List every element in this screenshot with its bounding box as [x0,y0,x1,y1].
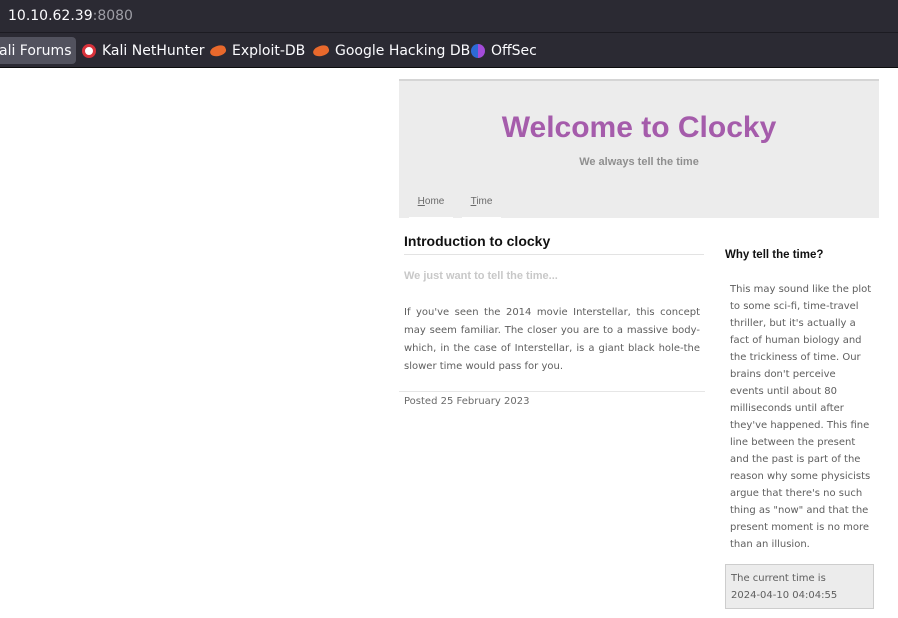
sidebar-line: milliseconds until after [730,403,844,414]
bookmark-label: OffSec [491,42,537,59]
article-body: If you've seen the 2014 movie Interstell… [404,307,700,372]
url-text[interactable]: 10.10.62.39:8080 [8,8,133,24]
url-port: :8080 [92,8,133,24]
bookmarks-toolbar: ali Forums Kali NetHunter Exploit-DB Goo… [0,33,898,68]
bookmark-kali-forums[interactable]: ali Forums [0,37,76,64]
sidebar-line: fact of human biology and [730,335,862,346]
nav-accesskey: H [417,196,425,207]
sidebar-line: they've happened. This fine [730,420,870,431]
sidebar-line: thriller, but it's actually a [730,318,856,329]
bookmark-exploit-db[interactable]: Exploit-DB [206,37,309,64]
exploit-db-icon [208,43,228,58]
sidebar-heading: Why tell the time? [725,249,824,261]
sidebar-line: the trickiness of time. Our [730,352,861,363]
sidebar-line: line between the present [730,437,856,448]
nav-label-rest: ime [476,196,493,207]
nav-label-rest: ome [424,196,445,207]
sidebar-line: argue that there's no such [730,488,863,499]
bookmark-label: Kali NetHunter [102,42,205,59]
sidebar-line: This may sound like the plot [730,284,872,295]
current-time-label: The current time is [731,573,826,584]
url-host: 10.10.62.39 [8,8,93,24]
sidebar-line: events until about 80 [730,386,837,397]
article-heading: Introduction to clocky [404,233,551,249]
current-time-value: 2024-04-10 04:04:55 [731,590,838,601]
nav-tab-time[interactable]: Time [462,187,501,219]
site-title: Welcome to Clocky [501,111,777,144]
heading-divider [404,254,704,255]
sidebar-body: This may sound like the plot to some sci… [730,281,872,553]
article-lead: We just want to tell the time... [404,270,558,282]
kali-nethunter-icon [82,43,96,58]
bookmark-offsec[interactable]: OffSec [467,37,541,64]
bookmark-label: ali Forums [0,42,72,59]
site-header: Welcome to Clocky We always tell the tim… [399,79,879,219]
sidebar-line: thing as "now" and that the [730,505,869,516]
sidebar-line: reason why some physicists [730,471,871,482]
bookmark-google-hacking-db[interactable]: Google Hacking DB [309,37,474,64]
exploit-db-icon [311,43,331,58]
posted-date: Posted 25 February 2023 [404,396,530,407]
current-time-box: The current time is 2024-04-10 04:04:55 [725,564,874,609]
offsec-icon [471,43,485,58]
sidebar-line: and the past is part of the [730,454,861,465]
bookmark-label: Google Hacking DB [335,42,471,59]
bookmark-label: Exploit-DB [232,42,306,59]
article-divider [399,391,705,392]
page-content: Welcome to Clocky We always tell the tim… [0,68,898,618]
site-tagline: We always tell the time [579,156,699,168]
sidebar-line: than an illusion. [730,539,810,550]
sidebar-line: present moment is no more [730,522,870,533]
nav-tab-home[interactable]: Home [409,187,453,219]
bookmark-kali-nethunter[interactable]: Kali NetHunter [78,37,208,64]
sidebar-line: brains don't perceive [730,369,836,380]
url-bar[interactable]: 10.10.62.39:8080 [0,0,898,33]
sidebar-line: to some sci-fi, time-travel [730,301,859,312]
